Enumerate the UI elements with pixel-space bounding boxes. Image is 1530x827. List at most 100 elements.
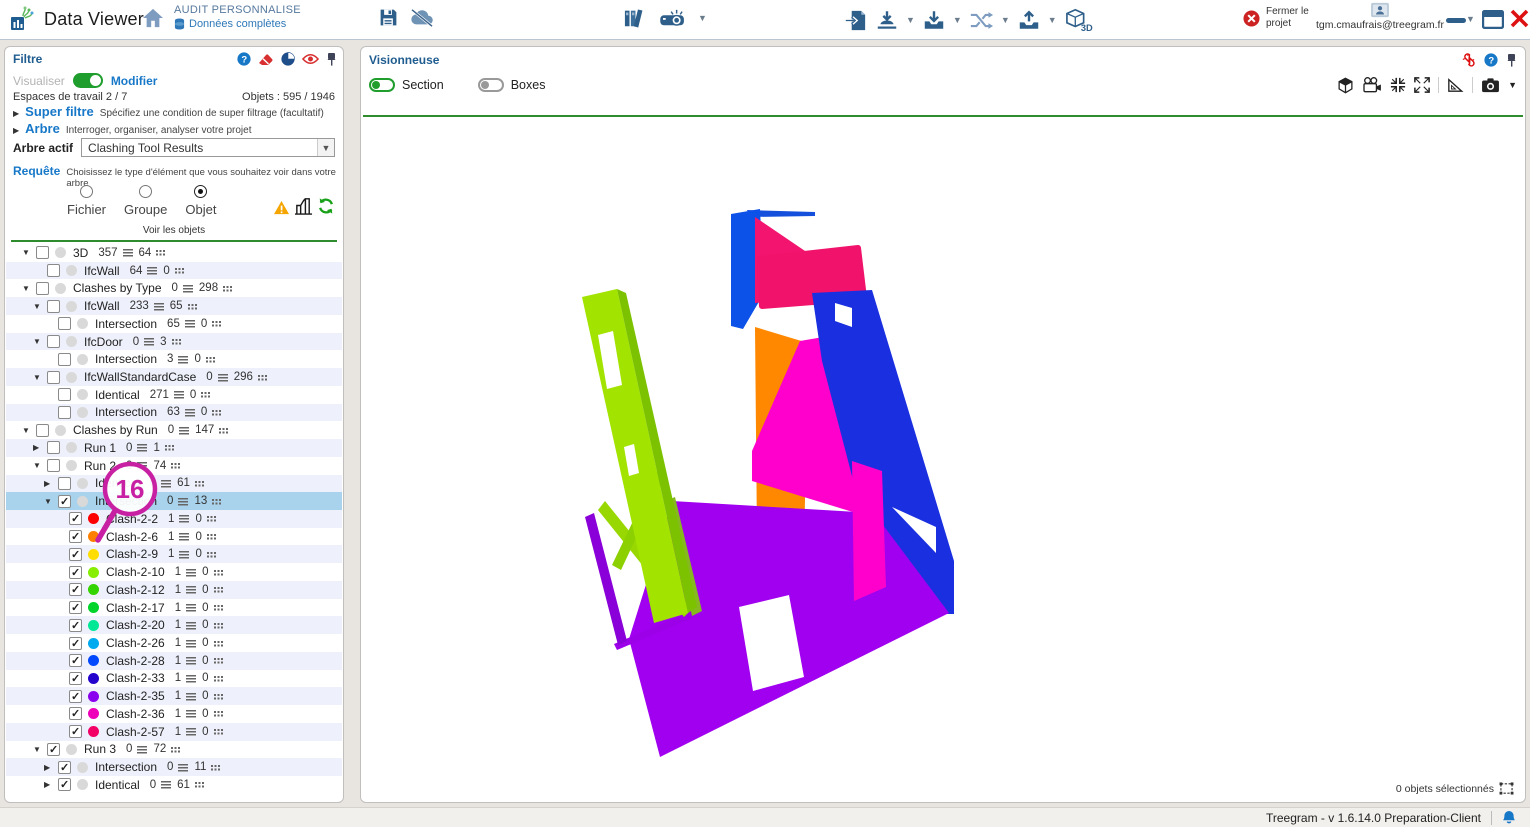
row-checkbox[interactable] xyxy=(47,371,60,384)
tree-row[interactable]: Clash-2-1710 xyxy=(6,599,342,617)
place-download-caret[interactable]: ▼ xyxy=(906,15,915,25)
viewer-pin-icon[interactable] xyxy=(1506,53,1517,67)
download-caret[interactable]: ▼ xyxy=(953,15,962,25)
row-checkbox[interactable] xyxy=(69,707,82,720)
tree-row[interactable]: Intersection630 xyxy=(6,404,342,422)
collapse-arrow-icon[interactable]: ▼ xyxy=(33,745,47,754)
snapshot-icon[interactable] xyxy=(1481,77,1500,93)
super-filter-expand-icon[interactable]: ▶ xyxy=(13,109,19,118)
close-window-button[interactable] xyxy=(1510,9,1529,28)
row-checkbox[interactable] xyxy=(47,441,60,454)
row-checkbox[interactable] xyxy=(36,424,49,437)
tree-section-label[interactable]: Arbre xyxy=(25,121,60,136)
projector-icon[interactable] xyxy=(658,8,688,28)
expand-arrow-icon[interactable]: ▶ xyxy=(44,780,58,789)
tree-row[interactable]: Clash-2-3310 xyxy=(6,670,342,688)
row-checkbox[interactable] xyxy=(47,264,60,277)
row-checkbox[interactable] xyxy=(69,548,82,561)
section-toggle[interactable]: Section xyxy=(369,78,444,92)
viewer-help-icon[interactable]: ? xyxy=(1484,53,1498,67)
snapshot-caret[interactable]: ▼ xyxy=(1508,80,1517,90)
row-checkbox[interactable] xyxy=(47,300,60,313)
tree-row[interactable]: ▼Intersection013 xyxy=(6,492,342,510)
row-checkbox[interactable] xyxy=(69,690,82,703)
upload-icon[interactable] xyxy=(1017,9,1041,32)
radio-objet[interactable]: Objet xyxy=(185,185,216,217)
shuffle-icon[interactable] xyxy=(969,10,994,31)
radio-circle-icon[interactable] xyxy=(194,185,207,198)
camera-3d-icon[interactable] xyxy=(1362,77,1382,93)
tree-row[interactable]: ▶Run 101 xyxy=(6,439,342,457)
row-checkbox[interactable] xyxy=(69,530,82,543)
import-file-icon[interactable] xyxy=(845,9,868,32)
library-icon[interactable] xyxy=(622,7,648,29)
row-checkbox[interactable] xyxy=(36,282,49,295)
eye-icon[interactable] xyxy=(302,53,319,65)
row-checkbox[interactable] xyxy=(69,637,82,650)
tree-row[interactable]: Clash-2-3610 xyxy=(6,705,342,723)
tree-row[interactable]: Intersection650 xyxy=(6,315,342,333)
home-icon[interactable] xyxy=(142,8,164,28)
row-checkbox[interactable] xyxy=(58,317,71,330)
tree-row[interactable]: Identical2710 xyxy=(6,386,342,404)
collapse-arrow-icon[interactable]: ▼ xyxy=(44,497,58,506)
tree-row[interactable]: ▼Clashes by Run0147 xyxy=(6,421,342,439)
fullscreen-icon[interactable] xyxy=(1414,77,1430,93)
tree-row[interactable]: ▶Identical061 xyxy=(6,776,342,794)
notifications-bell-icon[interactable] xyxy=(1502,810,1516,825)
tree-row[interactable]: Clash-2-2610 xyxy=(6,634,342,652)
tree-row[interactable]: ▼IfcDoor03 xyxy=(6,333,342,351)
broken-link-icon[interactable] xyxy=(1461,52,1476,67)
tree-row[interactable]: Clash-2-1010 xyxy=(6,563,342,581)
project-info[interactable]: AUDIT PERSONNALISE Données complètes xyxy=(174,4,301,30)
upload-caret[interactable]: ▼ xyxy=(1048,15,1057,25)
mode-toggle[interactable] xyxy=(73,73,103,88)
collapse-arrow-icon[interactable]: ▼ xyxy=(33,337,47,346)
close-project-button[interactable]: Fermer leprojet xyxy=(1243,6,1309,30)
tree-row[interactable]: Clash-2-210 xyxy=(6,510,342,528)
row-checkbox[interactable] xyxy=(58,477,71,490)
collapse-arrow-icon[interactable]: ▼ xyxy=(33,461,47,470)
row-checkbox[interactable] xyxy=(36,246,49,259)
tree-row[interactable]: Clash-2-5710 xyxy=(6,723,342,741)
radio-fichier[interactable]: Fichier xyxy=(67,185,106,217)
tree-row[interactable]: ▼Clashes by Type0298 xyxy=(6,279,342,297)
maximize-button[interactable] xyxy=(1482,10,1504,29)
tree-row[interactable]: Intersection30 xyxy=(6,350,342,368)
radio-circle-icon[interactable] xyxy=(139,185,152,198)
row-checkbox[interactable] xyxy=(58,778,71,791)
active-tree-select[interactable]: Clashing Tool Results ▼ xyxy=(81,138,335,157)
super-filter-label[interactable]: Super filtre xyxy=(25,104,94,119)
projector-dropdown-caret[interactable]: ▼ xyxy=(698,13,707,23)
pie-chart-icon[interactable] xyxy=(281,52,295,66)
radio-groupe[interactable]: Groupe xyxy=(124,185,167,217)
row-checkbox[interactable] xyxy=(58,353,71,366)
cube-view-icon[interactable] xyxy=(1337,77,1354,94)
row-checkbox[interactable] xyxy=(69,654,82,667)
cube-3d-icon[interactable]: 3D xyxy=(1064,7,1094,33)
row-checkbox[interactable] xyxy=(58,388,71,401)
row-checkbox[interactable] xyxy=(69,566,82,579)
tree-row[interactable]: Clash-2-1210 xyxy=(6,581,342,599)
tree-row[interactable]: Clash-2-2010 xyxy=(6,616,342,634)
measure-icon[interactable] xyxy=(1447,77,1464,93)
radio-circle-icon[interactable] xyxy=(80,185,93,198)
tree-row[interactable]: ▼Run 3072 xyxy=(6,741,342,759)
minimize-button[interactable] xyxy=(1446,18,1466,24)
help-icon[interactable]: ? xyxy=(237,52,251,66)
download-icon[interactable] xyxy=(922,9,946,32)
tree-section[interactable]: ▶ Arbre Interroger, organiser, analyser … xyxy=(13,121,252,136)
row-checkbox[interactable] xyxy=(69,619,82,632)
histogram-icon[interactable] xyxy=(294,195,313,215)
user-dropdown-caret[interactable]: ▼ xyxy=(1466,14,1475,24)
cloud-offline-icon[interactable] xyxy=(409,8,435,28)
row-checkbox[interactable] xyxy=(69,512,82,525)
collapse-arrow-icon[interactable]: ▼ xyxy=(22,426,36,435)
tree-row[interactable]: ▼IfcWallStandardCase0296 xyxy=(6,368,342,386)
tree-row[interactable]: ▼3D35764 xyxy=(6,244,342,262)
row-checkbox[interactable] xyxy=(69,601,82,614)
collapse-arrow-icon[interactable]: ▼ xyxy=(22,248,36,257)
super-filter-section[interactable]: ▶ Super filtre Spécifiez une condition d… xyxy=(13,104,324,119)
viewport-3d[interactable]: 0 objets sélectionnés xyxy=(362,117,1524,801)
row-checkbox[interactable] xyxy=(47,335,60,348)
